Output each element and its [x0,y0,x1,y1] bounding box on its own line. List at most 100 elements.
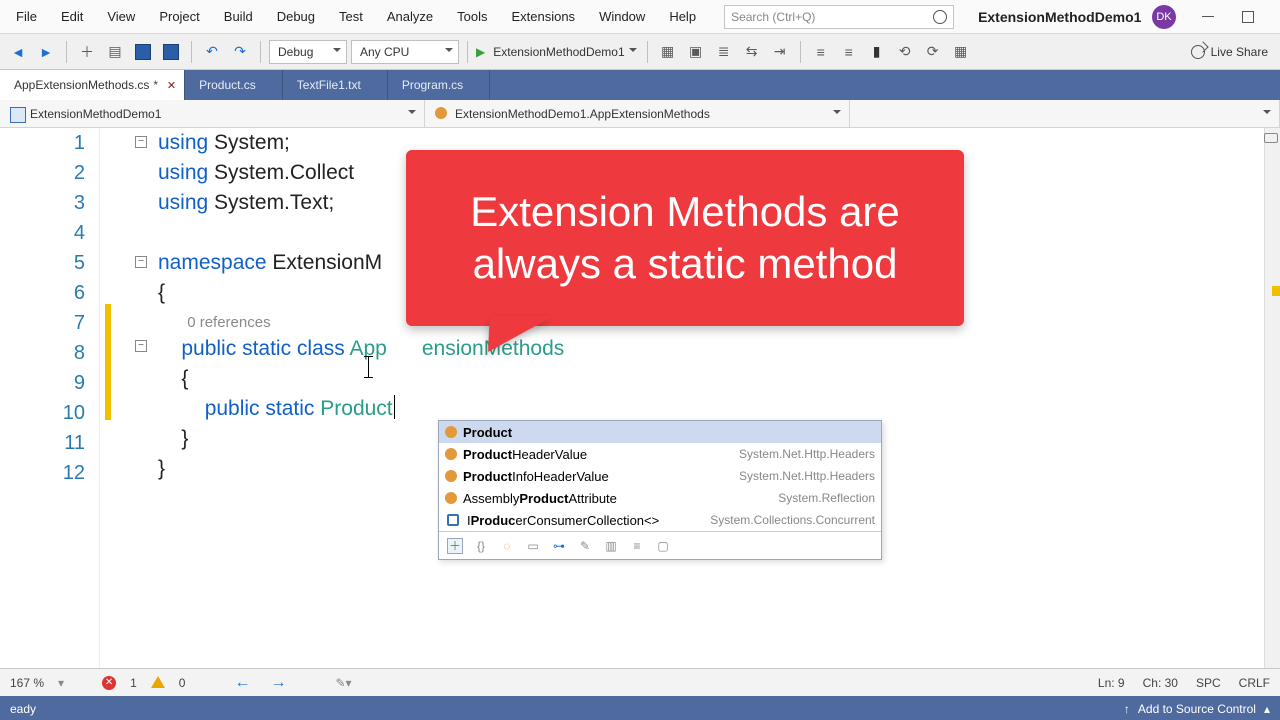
project-icon [10,107,24,121]
redo-button[interactable]: ↷ [228,40,252,64]
menu-edit[interactable]: Edit [49,5,95,28]
menu-project[interactable]: Project [147,5,211,28]
intelli-label: IProducerConsumerCollection<> [467,513,659,528]
source-control-button[interactable]: Add to Source Control [1138,702,1256,716]
menu-build[interactable]: Build [212,5,265,28]
caret-col: Ch: 30 [1143,676,1178,690]
chevron-up-icon[interactable]: ▴ [1264,702,1270,716]
menu-file[interactable]: File [4,5,49,28]
indent-inc-button[interactable]: ≡ [837,40,861,64]
intelli-namespace: System.Net.Http.Headers [739,469,875,483]
editor-footer-bar: 167 % ▾ ✕ 1 0 ← → ✎▾ Ln: 9 Ch: 30 SPC CR… [0,668,1280,696]
filter-snippet-icon[interactable]: ▢ [655,538,671,554]
class-icon [445,426,457,438]
config-combo[interactable]: Debug [269,40,347,64]
start-debug-icon: ▶ [476,45,485,59]
intelli-item[interactable]: ProductInfoHeaderValue System.Net.Http.H… [439,465,881,487]
intelli-item[interactable]: AssemblyProductAttribute System.Reflecti… [439,487,881,509]
intelli-item[interactable]: IProducerConsumerCollection<> System.Col… [439,509,881,531]
search-input[interactable]: Search (Ctrl+Q) [724,5,954,29]
filter-keyword-icon[interactable]: ⊶ [551,538,567,554]
filter-local-icon[interactable]: ≡ [629,538,645,554]
tab-program[interactable]: Program.cs [388,70,490,100]
indent-dec-button[interactable]: ≡ [809,40,833,64]
menu-view[interactable]: View [95,5,147,28]
intelli-item[interactable]: Product [439,421,881,443]
bookmark-button[interactable]: ▮ [865,40,889,64]
toolbar: ◄ ► ＋ ▤ ↶ ↷ Debug Any CPU ▶ ExtensionMet… [0,34,1280,70]
intelli-label: AssemblyProductAttribute [463,491,617,506]
tool-btn-5[interactable]: ⇥ [768,40,792,64]
annotation-bubble: Extension Methods are always a static me… [406,150,964,326]
save-button[interactable] [131,40,155,64]
platform-combo[interactable]: Any CPU [351,40,459,64]
menu-bar: File Edit View Project Build Debug Test … [0,0,1280,34]
eol-mode[interactable]: CRLF [1239,676,1270,690]
vertical-scrollbar[interactable] [1264,128,1280,668]
nav-fwd-button[interactable]: ► [34,40,58,64]
filter-field-icon[interactable]: ▥ [603,538,619,554]
nav-back-button[interactable]: ◄ [6,40,30,64]
menu-tools[interactable]: Tools [445,5,499,28]
solution-name: ExtensionMethodDemo1 [978,9,1141,25]
intelli-namespace: System.Reflection [778,491,875,505]
line-number-gutter: 1234 5678 9101112 [0,128,100,668]
filter-method-icon[interactable]: ✎ [577,538,593,554]
change-marker [1272,286,1280,296]
prev-issue-button[interactable]: ← [231,674,253,692]
search-placeholder: Search (Ctrl+Q) [731,10,815,24]
tab-product[interactable]: Product.cs [185,70,283,100]
filter-add-icon[interactable]: ＋ [447,538,463,554]
filter-struct-icon[interactable]: ▭ [525,538,541,554]
scope-class-combo[interactable]: ExtensionMethodDemo1.AppExtensionMethods [425,100,850,127]
intelli-label: ProductHeaderValue [463,447,587,462]
next-issue-button[interactable]: → [267,674,289,692]
menu-debug[interactable]: Debug [265,5,327,28]
intelli-item[interactable]: ProductHeaderValue System.Net.Http.Heade… [439,443,881,465]
status-ready: eady [10,702,36,716]
error-icon[interactable]: ✕ [102,676,116,690]
caret-line: Ln: 9 [1098,676,1125,690]
indent-mode[interactable]: SPC [1196,676,1221,690]
dirty-marker: * [153,78,158,92]
warning-icon[interactable] [151,669,165,688]
menu-analyze[interactable]: Analyze [375,5,445,28]
intelli-namespace: System.Collections.Concurrent [710,513,875,527]
scope-member-combo[interactable] [850,100,1280,127]
tool-btn-8[interactable]: ▦ [949,40,973,64]
menu-help[interactable]: Help [657,5,708,28]
tool-btn-2[interactable]: ▣ [684,40,708,64]
class-icon [445,470,457,482]
document-tabs: AppExtensionMethods.cs* ✕ Product.cs Tex… [0,70,1280,100]
tool-btn-4[interactable]: ⇆ [740,40,764,64]
pen-icon[interactable]: ✎▾ [335,676,351,690]
tool-btn-3[interactable]: ≣ [712,40,736,64]
undo-button[interactable]: ↶ [200,40,224,64]
maximize-button[interactable] [1240,9,1256,25]
scope-project-combo[interactable]: ExtensionMethodDemo1 [0,100,425,127]
close-icon[interactable]: ✕ [167,79,176,92]
open-file-button[interactable]: ▤ [103,40,127,64]
tool-btn-7[interactable]: ⟳ [921,40,945,64]
start-debug-button[interactable]: ExtensionMethodDemo1 [489,45,638,59]
account-avatar[interactable]: DK [1152,5,1176,29]
class-icon [445,448,457,460]
filter-braces-icon[interactable]: {} [473,538,489,554]
zoom-level[interactable]: 167 % [10,676,44,690]
save-all-button[interactable] [159,40,183,64]
tab-textfile1[interactable]: TextFile1.txt [283,70,388,100]
live-share-button[interactable]: Live Share [1191,45,1274,59]
intelli-filter-bar: ＋ {} ◌ ▭ ⊶ ✎ ▥ ≡ ▢ [439,531,881,559]
interface-icon [445,512,461,528]
minimize-button[interactable] [1200,9,1216,25]
menu-test[interactable]: Test [327,5,375,28]
menu-window[interactable]: Window [587,5,657,28]
tab-appextensionmethods[interactable]: AppExtensionMethods.cs* ✕ [0,70,185,100]
tool-btn-6[interactable]: ⟲ [893,40,917,64]
menu-extensions[interactable]: Extensions [499,5,587,28]
upload-icon: ↑ [1124,702,1130,716]
new-item-button[interactable]: ＋ [75,40,99,64]
tool-btn-1[interactable]: ▦ [656,40,680,64]
intelli-namespace: System.Net.Http.Headers [739,447,875,461]
filter-class-icon[interactable]: ◌ [499,538,515,554]
